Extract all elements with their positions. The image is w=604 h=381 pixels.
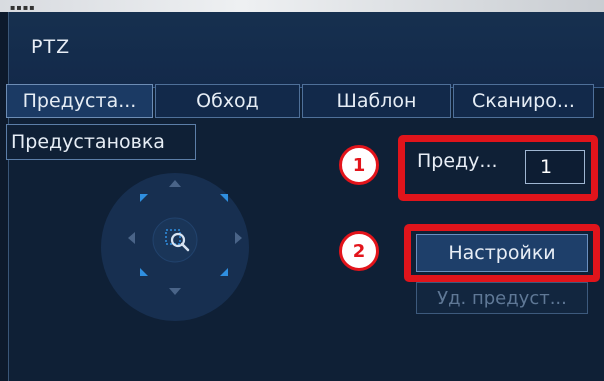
highlight-box-2 bbox=[404, 224, 600, 282]
tab-scan[interactable]: Сканиро... bbox=[452, 84, 594, 118]
annotation-marker-2: 2 bbox=[339, 231, 379, 271]
window-title: PTZ bbox=[31, 36, 71, 58]
title-bar: PTZ bbox=[9, 12, 604, 88]
tab-pattern[interactable]: Шаблон bbox=[301, 84, 451, 118]
tab-preset[interactable]: Предуста... bbox=[6, 84, 153, 118]
annotation-marker-1: 1 bbox=[339, 145, 379, 185]
delete-preset-button[interactable]: Уд. предуст... bbox=[416, 282, 588, 314]
tab-tour[interactable]: Обход bbox=[154, 84, 300, 118]
section-label: Предустановка bbox=[6, 124, 196, 160]
top-strip: ▪▪▪▪ bbox=[0, 0, 604, 12]
highlight-box-1 bbox=[398, 135, 598, 201]
tab-bar: Предуста... Обход Шаблон Сканиро... bbox=[6, 84, 596, 118]
dots-icon: ▪▪▪▪ bbox=[10, 3, 36, 12]
joystick-center-ring bbox=[152, 217, 198, 263]
ptz-joystick[interactable] bbox=[100, 172, 250, 322]
